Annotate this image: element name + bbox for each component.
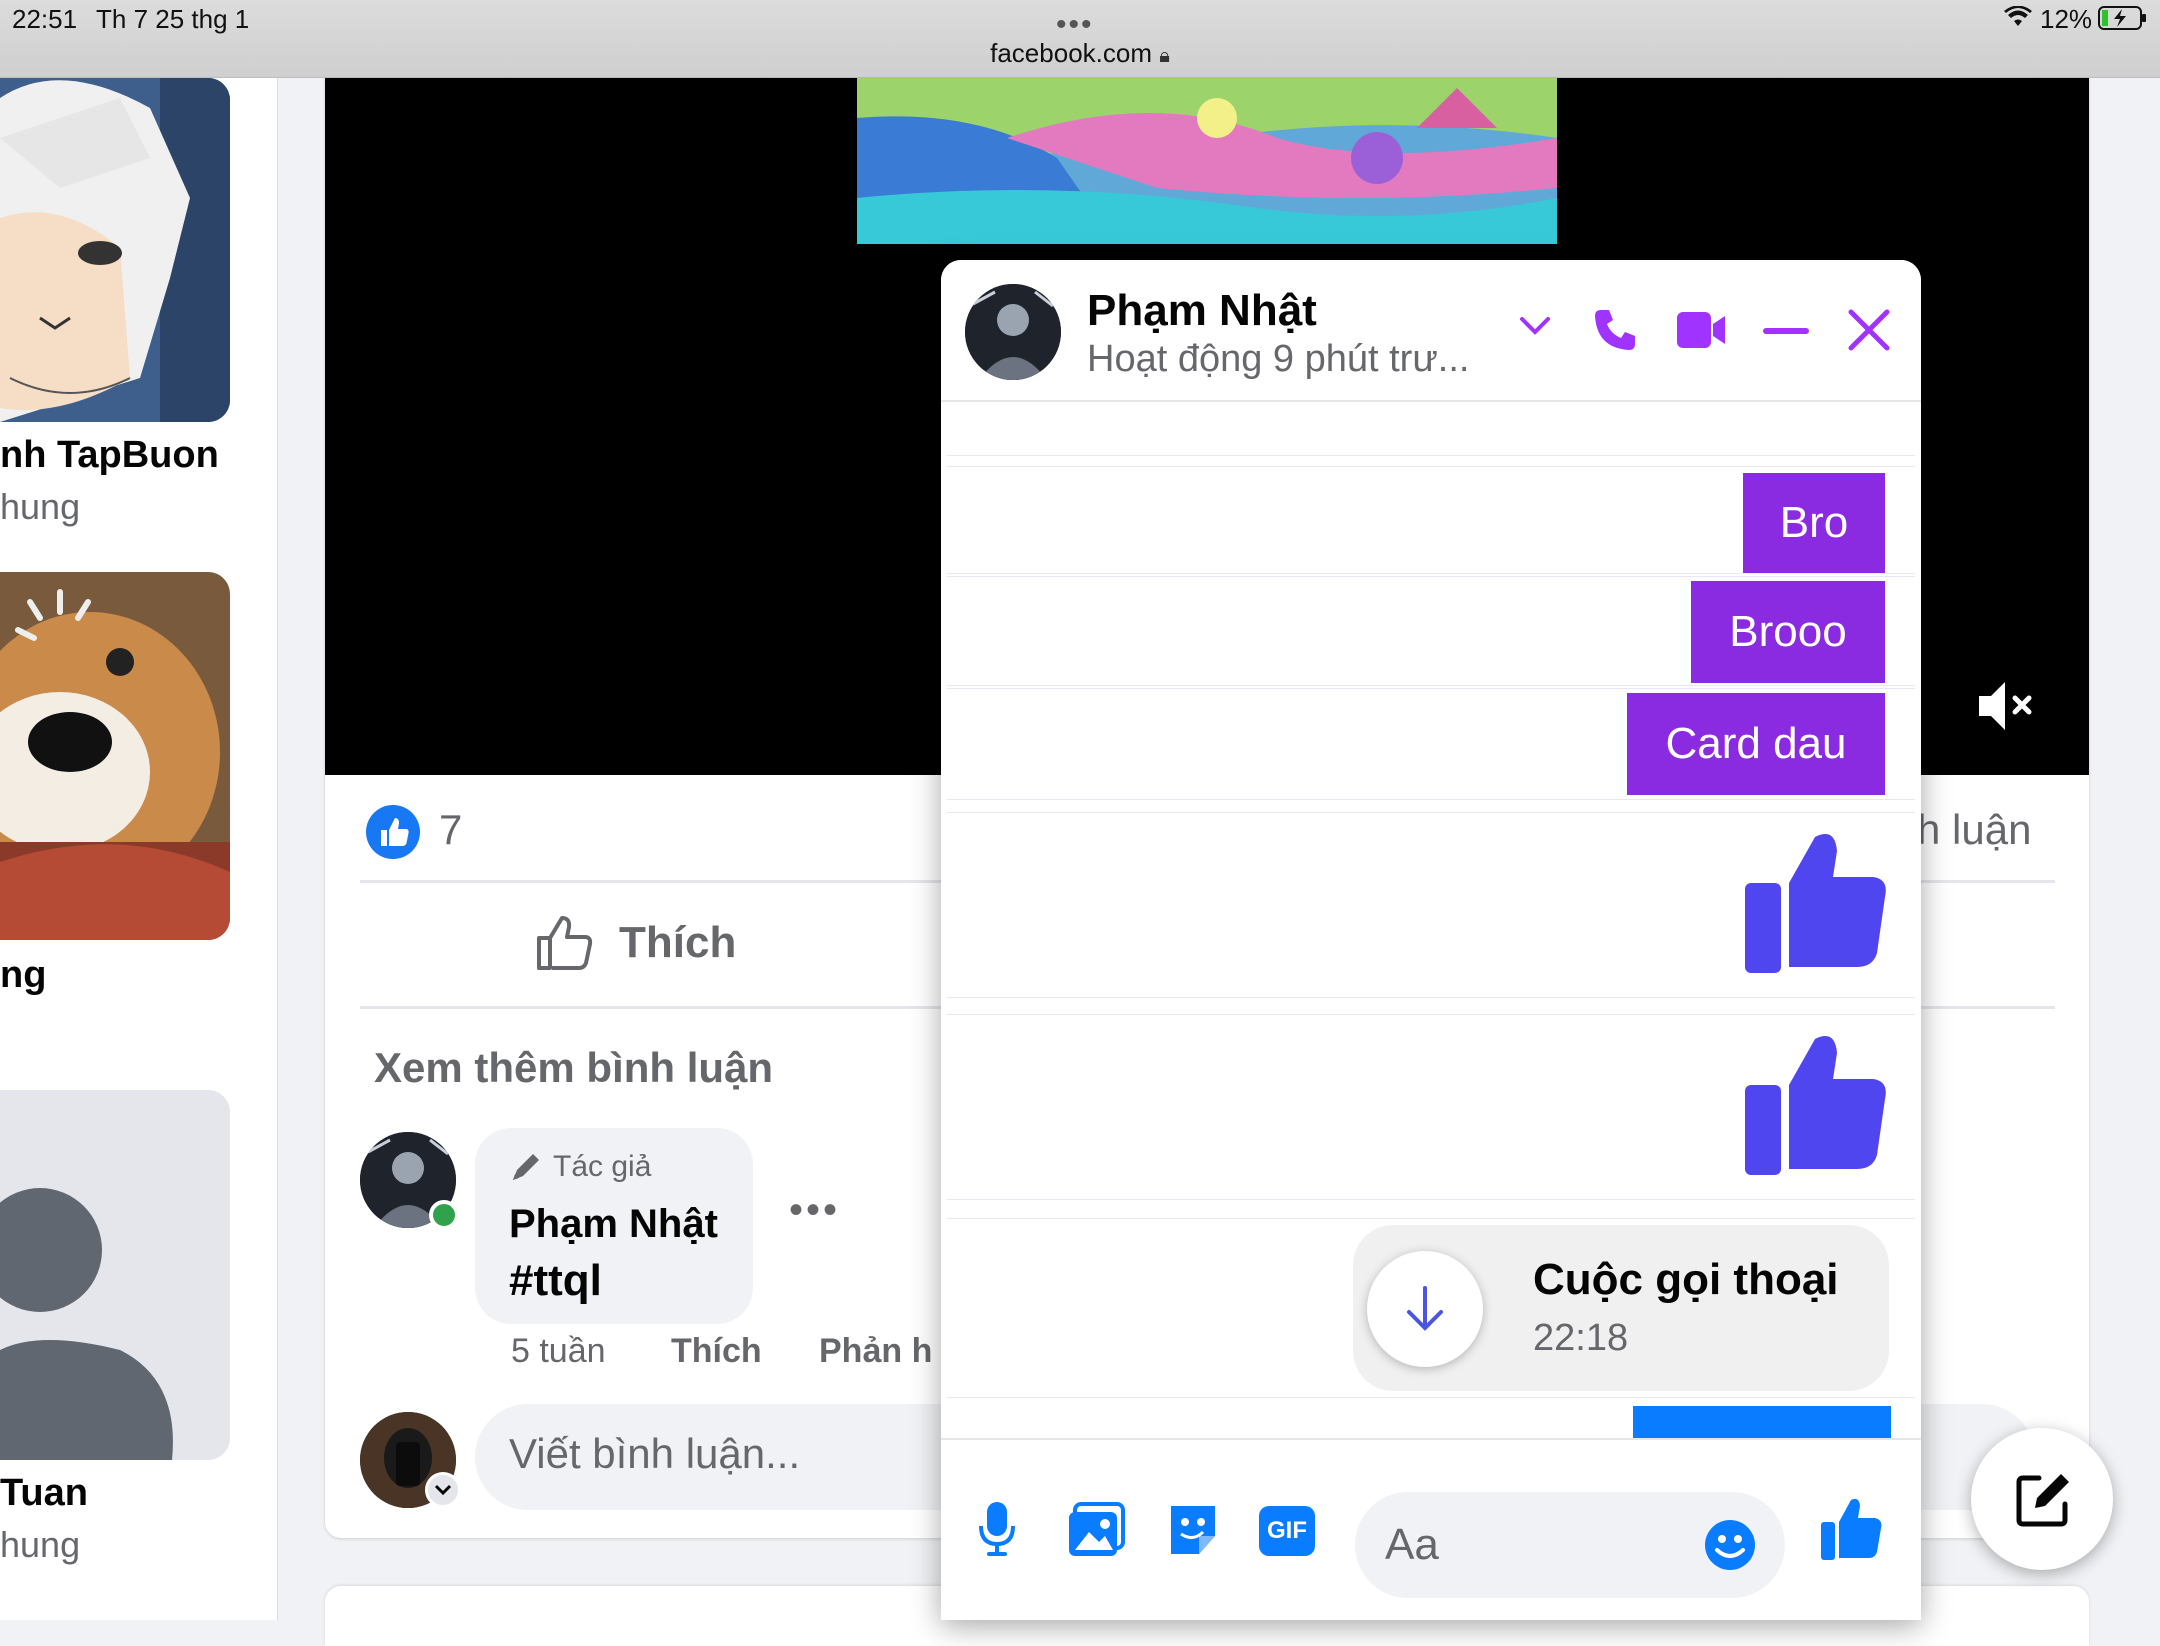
thumbs-up-sticker-icon[interactable] bbox=[1745, 1029, 1889, 1175]
status-date: Th 7 25 thg 1 bbox=[96, 4, 250, 34]
volume-muted-icon[interactable] bbox=[1975, 676, 2039, 736]
message-input-placeholder: Aa bbox=[1385, 1520, 1439, 1569]
message-row bbox=[947, 812, 1915, 998]
scroll-down-icon[interactable] bbox=[1367, 1251, 1483, 1367]
like-reaction-icon[interactable] bbox=[365, 804, 421, 860]
story-card-anime[interactable] bbox=[0, 78, 230, 422]
like-button-label: Thích bbox=[619, 918, 737, 967]
chat-active-status: Hoạt động 9 phút trư... bbox=[1087, 338, 1470, 380]
call-time: 22:18 bbox=[1533, 1317, 1629, 1359]
video-call-icon[interactable] bbox=[1677, 310, 1727, 350]
message-row: Card dau bbox=[947, 688, 1915, 800]
emoji-icon[interactable] bbox=[1703, 1518, 1757, 1572]
timestamp-row bbox=[947, 404, 1915, 456]
author-badge-label: Tác giả bbox=[553, 1150, 652, 1183]
comment-count-partial[interactable]: h luận bbox=[1917, 806, 2031, 854]
story-name-3[interactable]: Tuan bbox=[0, 1472, 88, 1515]
chat-contact-name[interactable]: Phạm Nhật bbox=[1087, 286, 1317, 336]
comment-options-icon[interactable]: ••• bbox=[789, 1188, 840, 1233]
chevron-down-icon[interactable] bbox=[1519, 316, 1551, 338]
story-sub-1: hung bbox=[0, 486, 81, 527]
thumbs-up-outline-icon bbox=[535, 914, 595, 972]
pencil-icon bbox=[509, 1150, 543, 1184]
comment-author[interactable]: Phạm Nhật bbox=[509, 1202, 718, 1247]
message-bubble[interactable]: Bro bbox=[1743, 473, 1885, 573]
story-name-1[interactable]: nh TapBuon bbox=[0, 434, 219, 477]
comment-text: #ttql bbox=[509, 1256, 602, 1305]
messenger-chat-window: Phạm Nhật Hoạt động 9 phút trư... Bro Br… bbox=[941, 260, 1921, 1620]
message-row: Cuộc gọi thoại 22:18 bbox=[947, 1218, 1915, 1398]
story-sub-3: hung bbox=[0, 1524, 81, 1565]
view-more-comments[interactable]: Xem thêm bình luận bbox=[374, 1044, 773, 1092]
like-button[interactable]: Thích bbox=[535, 914, 736, 972]
chat-avatar[interactable] bbox=[965, 284, 1061, 380]
message-row: Bro bbox=[947, 466, 1915, 574]
chat-composer: GIF Aa bbox=[941, 1438, 1921, 1620]
sticker-icon[interactable] bbox=[1165, 1502, 1221, 1558]
chat-header: Phạm Nhật Hoạt động 9 phút trư... bbox=[941, 260, 1921, 402]
photo-gallery-icon[interactable] bbox=[1067, 1502, 1125, 1558]
minimize-icon[interactable] bbox=[1763, 328, 1809, 336]
send-like-icon[interactable] bbox=[1821, 1496, 1883, 1560]
story-name-2[interactable]: ng bbox=[0, 954, 46, 997]
new-message-button[interactable] bbox=[1971, 1428, 2113, 1570]
message-row: Brooo bbox=[947, 576, 1915, 686]
message-bubble-partial[interactable] bbox=[1633, 1406, 1891, 1438]
chevron-down-icon[interactable] bbox=[425, 1472, 461, 1508]
left-story-column: nh TapBuon hung ng Tuan hung bbox=[0, 78, 278, 1620]
address-bar[interactable]: facebook.com 🔒︎ bbox=[0, 38, 2160, 69]
more-dots-icon[interactable]: ••• bbox=[1056, 8, 1094, 42]
story-card-default-avatar[interactable] bbox=[0, 1090, 230, 1460]
comment-bubble: Tác giả Phạm Nhật #ttql bbox=[475, 1128, 753, 1324]
comment-like-link[interactable]: Thích bbox=[671, 1332, 762, 1371]
wifi-icon bbox=[2003, 6, 2033, 28]
battery-percent: 12% bbox=[2040, 4, 2093, 34]
message-bubble[interactable]: Card dau bbox=[1627, 693, 1885, 795]
online-status-dot bbox=[429, 1200, 459, 1230]
story-card-dog[interactable] bbox=[0, 572, 230, 940]
phone-call-icon[interactable] bbox=[1591, 306, 1639, 354]
status-time: 22:51 bbox=[12, 4, 78, 34]
write-comment-placeholder: Viết bình luận... bbox=[509, 1430, 801, 1477]
message-input[interactable]: Aa bbox=[1355, 1492, 1785, 1598]
comment-reply-link[interactable]: Phản h bbox=[819, 1332, 932, 1371]
url-text: facebook.com bbox=[990, 38, 1152, 68]
microphone-icon[interactable] bbox=[977, 1500, 1017, 1558]
battery-charging-icon bbox=[2098, 6, 2148, 30]
comment-time[interactable]: 5 tuần bbox=[511, 1332, 606, 1371]
close-icon[interactable] bbox=[1847, 308, 1891, 352]
video-thumbnail bbox=[857, 78, 1557, 244]
message-row bbox=[947, 1014, 1915, 1200]
thumbs-up-sticker-icon[interactable] bbox=[1745, 827, 1889, 973]
call-title: Cuộc gọi thoại bbox=[1533, 1255, 1839, 1304]
author-badge: Tác giả bbox=[509, 1150, 651, 1184]
reaction-count[interactable]: 7 bbox=[439, 806, 462, 854]
status-bar: 22:51 Th 7 25 thg 1 ••• facebook.com 🔒︎ … bbox=[0, 0, 2160, 78]
message-bubble[interactable]: Brooo bbox=[1691, 581, 1885, 683]
lock-icon: 🔒︎ bbox=[1159, 45, 1170, 67]
compose-icon bbox=[2015, 1470, 2073, 1528]
voice-call-card[interactable]: Cuộc gọi thoại 22:18 bbox=[1353, 1225, 1889, 1391]
gif-icon[interactable]: GIF bbox=[1259, 1506, 1315, 1556]
